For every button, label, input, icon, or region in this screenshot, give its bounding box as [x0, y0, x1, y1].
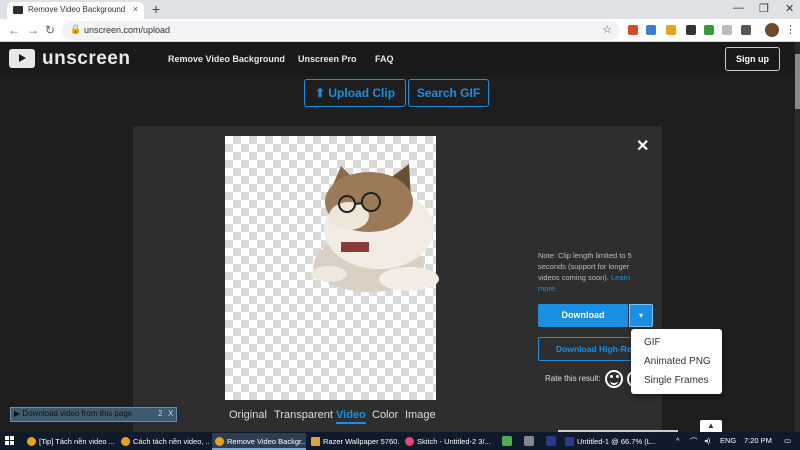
smile-rating-icon[interactable]	[605, 370, 623, 388]
photoshop-icon[interactable]	[546, 436, 556, 446]
chrome-icon	[215, 437, 224, 446]
folder-icon	[311, 437, 320, 446]
tab-original[interactable]: Original	[229, 409, 267, 421]
dropdown-item-single-frames[interactable]: Single Frames	[644, 375, 708, 386]
back-icon[interactable]: ←	[8, 23, 20, 37]
taskbar-item-label: Cách tách nền video, ...	[133, 437, 210, 446]
notification-icon[interactable]: ▭	[784, 436, 791, 445]
windows-taskbar: [Tip] Tách nền video ... Cách tách nền v…	[0, 432, 800, 450]
rate-label: Rate this result:	[545, 374, 601, 383]
search-gif-label: Search GIF	[416, 86, 481, 100]
site-header: unscreen Remove Video Background Unscree…	[0, 42, 795, 76]
scroll-up-chevron-icon[interactable]: ▲	[700, 420, 722, 432]
taskbar-item[interactable]: [Tip] Tách nền video ...	[24, 433, 116, 450]
lock-icon: 🔒	[70, 24, 82, 34]
bookmark-star-icon[interactable]: ☆	[602, 23, 612, 36]
reload-icon[interactable]: ↻	[45, 23, 55, 37]
browser-toolbar: ← → ↻ 🔒 unscreen.com/upload ☆ ⋮	[0, 19, 800, 42]
skitch-icon	[405, 437, 414, 446]
taskbar-item[interactable]: Cách tách nền video, ...	[118, 433, 210, 450]
download-count-button[interactable]: 2	[158, 409, 162, 418]
scrollbar-thumb[interactable]	[795, 54, 800, 109]
download-video-widget: ▶ Download video from this page 2 X	[10, 407, 177, 422]
tray-chevron-icon[interactable]: ^	[676, 436, 680, 445]
clock[interactable]: 7:20 PM	[744, 436, 772, 445]
extension-icon[interactable]	[704, 25, 714, 35]
volume-icon[interactable]: ◂)	[704, 436, 710, 445]
taskbar-item-label: Skitch - Untitled-2 3/...	[417, 437, 491, 446]
download-widget-close-button[interactable]: X	[168, 409, 173, 418]
cat-image	[311, 164, 439, 292]
wifi-icon[interactable]: ⌒	[690, 436, 698, 447]
tab-video[interactable]: Video	[336, 409, 366, 424]
taskbar-item-label: Untitled-1 @ 66.7% (L...	[577, 437, 656, 446]
windows-start-icon[interactable]	[5, 436, 15, 446]
taskbar-item-label: Remove Video Backgr...	[227, 437, 306, 446]
taskbar-item-label: [Tip] Tách nền video ...	[39, 437, 115, 446]
window-close-button[interactable]: ✕	[785, 2, 794, 15]
url-text: unscreen.com/upload	[84, 25, 171, 35]
app-icon[interactable]	[524, 436, 534, 446]
download-video-label: Download video from this page	[22, 409, 133, 418]
tab-title: Remove Video Background – Unscreen	[28, 5, 128, 14]
taskbar-item[interactable]: Untitled-1 @ 66.7% (L...	[562, 433, 656, 450]
extension-icon[interactable]	[628, 25, 638, 35]
restore-button[interactable]: ❐	[759, 2, 769, 15]
unscreen-favicon-icon	[13, 6, 23, 14]
logo-text[interactable]: unscreen	[42, 48, 130, 70]
taskbar-item[interactable]: Skitch - Untitled-2 3/...	[402, 433, 494, 450]
browser-menu-icon[interactable]: ⋮	[785, 23, 796, 36]
tab-image[interactable]: Image	[405, 409, 436, 421]
forward-icon[interactable]: →	[27, 23, 39, 37]
upload-clip-label: Upload Clip	[328, 86, 396, 100]
chrome-icon	[121, 437, 130, 446]
search-gif-button[interactable]: Search GIF	[408, 79, 489, 107]
minimize-button[interactable]: —	[733, 2, 744, 14]
browser-tab-bar: Remove Video Background – Unscreen × + —…	[0, 0, 800, 19]
download-video-link[interactable]: ▶ Download video from this page	[14, 409, 132, 418]
close-icon[interactable]: ✕	[636, 136, 649, 156]
tab-transparent[interactable]: Transparent	[274, 409, 333, 421]
taskbar-item[interactable]: Razer Wallpaper 5760...	[308, 433, 400, 450]
app-icon[interactable]	[502, 436, 512, 446]
new-tab-button[interactable]: +	[152, 1, 160, 17]
profile-avatar[interactable]	[765, 23, 779, 37]
page-scrollbar[interactable]	[795, 42, 800, 432]
nav-remove-video-background[interactable]: Remove Video Background	[168, 54, 285, 64]
tab-color[interactable]: Color	[372, 409, 398, 421]
sign-up-button[interactable]: Sign up	[725, 47, 780, 71]
taskbar-item-label: Razer Wallpaper 5760...	[323, 437, 400, 446]
taskbar-item-active[interactable]: Remove Video Backgr...	[212, 433, 306, 450]
download-format-dropdown: GIF Animated PNG Single Frames	[631, 329, 722, 394]
video-preview	[225, 136, 439, 400]
dropdown-item-gif[interactable]: GIF	[644, 337, 661, 348]
upload-clip-button[interactable]: ⬆ Upload Clip	[304, 79, 406, 107]
nav-unscreen-pro[interactable]: Unscreen Pro	[298, 54, 357, 64]
extension-icon[interactable]	[646, 25, 656, 35]
extension-icon[interactable]	[741, 25, 751, 35]
language-indicator[interactable]: ENG	[720, 436, 736, 445]
download-options-caret-icon[interactable]: ▾	[629, 304, 653, 327]
result-panel: ✕ Note: Clip length limited to 5 seconds…	[133, 126, 662, 432]
tab-close-icon[interactable]: ×	[133, 4, 138, 14]
nav-faq[interactable]: FAQ	[375, 54, 394, 64]
clip-length-note: Note: Clip length limited to 5 seconds (…	[538, 250, 648, 294]
extension-icon[interactable]	[666, 25, 676, 35]
photoshop-icon	[565, 437, 574, 446]
address-bar[interactable]: 🔒 unscreen.com/upload ☆	[62, 21, 620, 40]
browser-tab[interactable]: Remove Video Background – Unscreen ×	[7, 2, 144, 19]
download-button[interactable]: Download	[538, 304, 628, 327]
dropdown-item-animated-png[interactable]: Animated PNG	[644, 356, 711, 367]
extension-icon[interactable]	[686, 25, 696, 35]
unscreen-logo-icon[interactable]	[9, 49, 35, 68]
chrome-icon	[27, 437, 36, 446]
extension-icon[interactable]	[722, 25, 732, 35]
